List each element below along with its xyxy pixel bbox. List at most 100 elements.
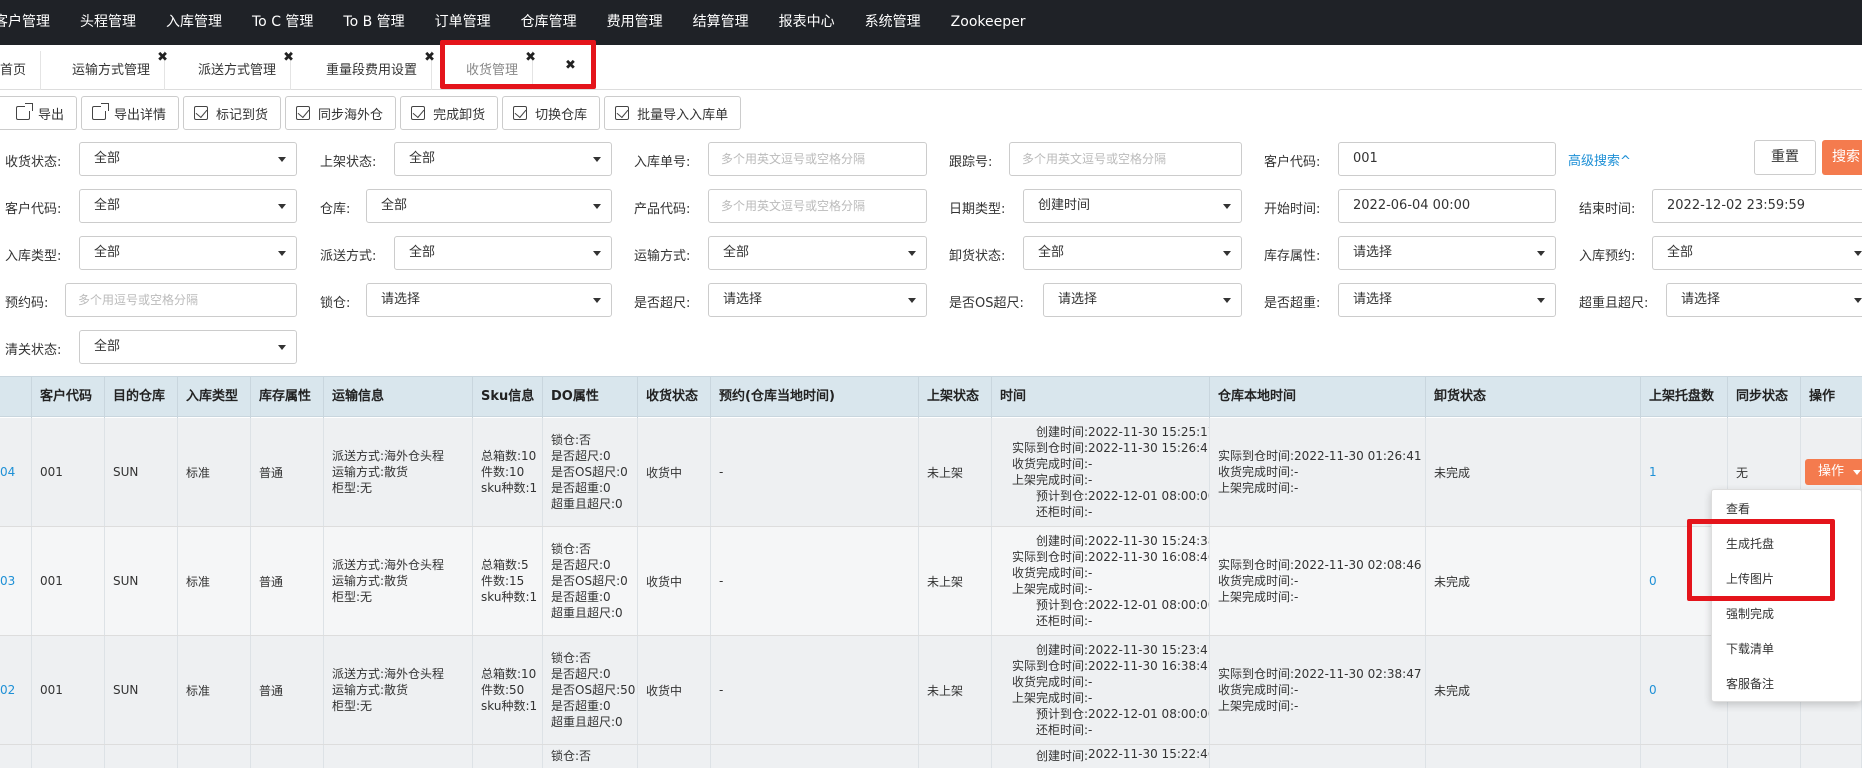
time-key: 收货完成时间: xyxy=(1218,574,1295,588)
nav-zookeeper[interactable]: Zookeeper xyxy=(936,0,1041,45)
end-time-input[interactable]: 2022-12-02 23:59:59 xyxy=(1652,189,1862,223)
start-time-input[interactable]: 2022-06-04 00:00 xyxy=(1338,189,1556,223)
chevron-down-icon xyxy=(1854,251,1862,256)
select-value: 请选择 xyxy=(381,292,421,307)
cell-sync xyxy=(1728,745,1801,768)
nav-customer[interactable]: 客户管理 xyxy=(0,0,65,45)
th-recv: 收货状态 xyxy=(638,377,711,418)
finish-unload-button[interactable]: 完成卸货 xyxy=(400,96,499,130)
customer-code-top-label: 客户代码: xyxy=(1264,155,1321,170)
cell-transport: 派送方式:海外仓头程 运输方式:散货 柜型:无 xyxy=(324,418,473,526)
lock-label: 锁仓: xyxy=(320,296,351,311)
customer-code-label: 客户代码: xyxy=(5,202,62,217)
inbound-type-select[interactable]: 全部 xyxy=(79,236,297,270)
search-button[interactable]: 搜索 xyxy=(1822,140,1862,175)
advanced-search-link[interactable]: 高级搜索^ xyxy=(1568,150,1631,169)
close-icon[interactable]: ✖ xyxy=(157,38,168,77)
cell-customer xyxy=(32,745,105,768)
tab-delivery[interactable]: 派送方式管理 ✖ xyxy=(184,50,294,90)
cell-local: 实际到仓时间: 2022-11-30 02:08:46 收货完成时间: - 上架完成时间… xyxy=(1210,527,1426,635)
cell-pallets xyxy=(1641,745,1728,768)
sync-overseas-button[interactable]: 同步海外仓 xyxy=(285,96,397,130)
cell-line: 总箱数:10 xyxy=(481,667,537,681)
lock-select[interactable]: 请选择 xyxy=(366,283,612,317)
cell-line: 超重且超尺:0 xyxy=(551,606,623,620)
tab-transport[interactable]: 运输方式管理 ✖ xyxy=(58,50,168,90)
select-value: 全部 xyxy=(1667,245,1694,260)
stock-attr-select[interactable]: 请选择 xyxy=(1338,236,1556,270)
export-button[interactable]: 导出 xyxy=(0,96,78,130)
reset-button[interactable]: 重置 xyxy=(1754,140,1816,175)
warehouse-select[interactable]: 全部 xyxy=(366,189,612,223)
chevron-down-icon xyxy=(1853,470,1861,475)
delivery-method-select[interactable]: 全部 xyxy=(394,236,612,270)
close-icon[interactable]: ✖ xyxy=(424,38,435,77)
time-value: - xyxy=(1088,691,1093,705)
cell-id-tail[interactable]: 02 xyxy=(0,636,32,744)
cell-type: 标准 xyxy=(178,636,251,744)
operation-button[interactable]: 操作 xyxy=(1805,459,1862,485)
customer-code-top-input[interactable]: 001 xyxy=(1338,142,1556,176)
th-pallets: 上架托盘数 xyxy=(1641,377,1728,418)
nav-fees[interactable]: 费用管理 xyxy=(592,0,678,45)
cell-id-tail[interactable]: 04 xyxy=(0,418,32,526)
tab-home[interactable]: 首页 xyxy=(0,51,42,90)
shelf-status-select[interactable]: 全部 xyxy=(394,142,612,176)
time-key: 还柜时间: xyxy=(1035,505,1088,519)
cell-local: 实际到仓时间: 2022-11-30 01:26:41 收货完成时间: - 上架完成时间… xyxy=(1210,418,1426,526)
tab-label: 运输方式管理 xyxy=(72,63,151,78)
time-value: - xyxy=(1088,566,1093,580)
customs-status-select[interactable]: 全部 xyxy=(79,330,297,364)
time-key: 上架完成时间: xyxy=(1011,582,1088,596)
customer-code-select[interactable]: 全部 xyxy=(79,189,297,223)
tracking-no-input[interactable]: 多个用英文逗号或空格分隔 xyxy=(1009,142,1242,176)
os-oversize-select[interactable]: 请选择 xyxy=(1043,283,1242,317)
nav-tob[interactable]: To B 管理 xyxy=(328,0,419,45)
batch-import-button[interactable]: 批量导入入库单 xyxy=(604,96,742,130)
export-detail-button[interactable]: 导出详情 xyxy=(81,96,180,130)
transport-method-select[interactable]: 全部 xyxy=(708,236,927,270)
cell-transport xyxy=(324,745,473,768)
nav-settlement[interactable]: 结算管理 xyxy=(678,0,764,45)
close-icon[interactable]: ✖ xyxy=(283,38,294,77)
inbound-booking-select[interactable]: 全部 xyxy=(1652,236,1862,270)
nav-system[interactable]: 系统管理 xyxy=(850,0,936,45)
nav-firstleg[interactable]: 头程管理 xyxy=(65,0,151,45)
highlight-box-menu xyxy=(1687,519,1835,601)
cell-local: 实际到仓时间: 2022-11-30 02:38:47 收货完成时间: - 上架完成时间… xyxy=(1210,636,1426,744)
menu-item-download-list[interactable]: 下载清单 xyxy=(1726,640,1774,657)
time-value: 2022-11-30 15:22:46 xyxy=(1088,747,1210,761)
th-ops: 操作 xyxy=(1809,389,1836,404)
cell-id-tail[interactable]: 03 xyxy=(0,527,32,635)
time-entry: 上架完成时间: - xyxy=(1000,472,1092,488)
time-value: 2022-11-30 02:38:47 xyxy=(1294,667,1422,681)
date-type-select[interactable]: 创建时间 xyxy=(1023,189,1242,223)
menu-item-cs-note[interactable]: 客服备注 xyxy=(1726,675,1774,692)
overweight-oversize-select[interactable]: 请选择 xyxy=(1666,283,1862,317)
time-entry: 实际到仓时间: 2022-11-30 16:08:46 xyxy=(1000,549,1209,565)
overweight-select[interactable]: 请选择 xyxy=(1338,283,1556,317)
oversize-select[interactable]: 请选择 xyxy=(708,283,927,317)
th-do: DO属性 xyxy=(543,377,638,418)
tab-weight-fee[interactable]: 重量段费用设置 ✖ xyxy=(312,50,435,90)
check-icon xyxy=(194,106,209,120)
time-entry: 收货完成时间: - xyxy=(1000,674,1092,690)
nav-warehouse[interactable]: 仓库管理 xyxy=(506,0,592,45)
time-key: 实际到仓时间: xyxy=(1011,550,1088,564)
menu-item-view[interactable]: 查看 xyxy=(1726,500,1750,517)
time-key: 实际到仓时间: xyxy=(1011,441,1088,455)
select-value: 全部 xyxy=(723,245,750,260)
product-code-input[interactable]: 多个用英文逗号或空格分隔 xyxy=(708,189,927,223)
switch-warehouse-button[interactable]: 切换仓库 xyxy=(502,96,601,130)
nav-reports[interactable]: 报表中心 xyxy=(764,0,850,45)
receive-status-select[interactable]: 全部 xyxy=(79,142,297,176)
inbound-no-input[interactable]: 多个用英文逗号或空格分隔 xyxy=(708,142,927,176)
time-value: 2022-12-01 08:00:00 xyxy=(1088,598,1210,612)
time-key: 收货完成时间: xyxy=(1218,683,1295,697)
menu-item-force-complete[interactable]: 强制完成 xyxy=(1726,605,1774,622)
select-value: 全部 xyxy=(381,198,408,213)
booking-code-input[interactable]: 多个用逗号或空格分隔 xyxy=(65,283,297,317)
mark-arrived-button[interactable]: 标记到货 xyxy=(183,96,282,130)
unload-status-select[interactable]: 全部 xyxy=(1023,236,1242,270)
cell-warehouse: SUN xyxy=(105,418,178,526)
